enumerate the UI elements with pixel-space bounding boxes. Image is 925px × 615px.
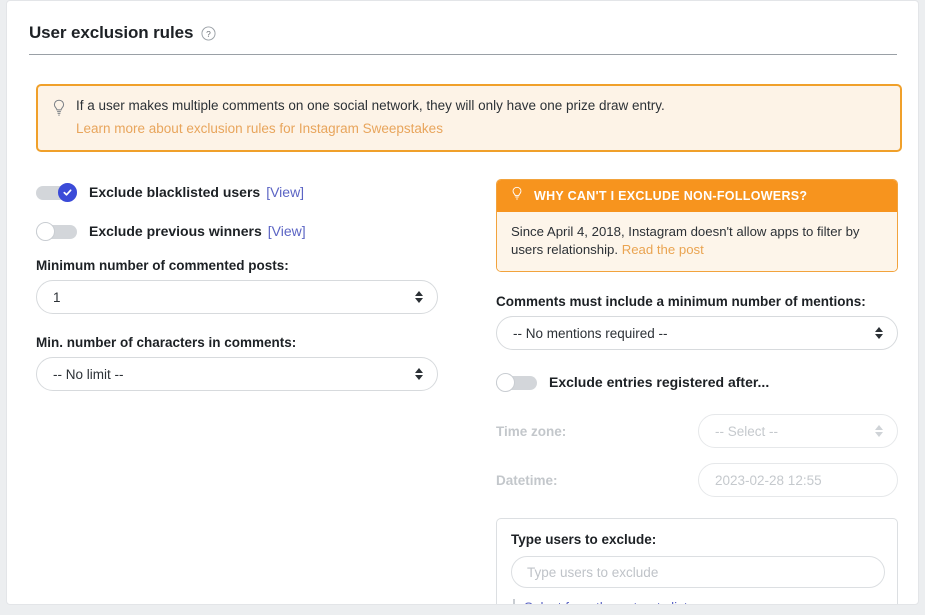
callout-heading: WHY CAN'T I EXCLUDE NON-FOLLOWERS? (534, 189, 808, 203)
callout-header: WHY CAN'T I EXCLUDE NON-FOLLOWERS? (497, 180, 897, 212)
toggle-row-exclude-previous-winners: Exclude previous winners [View] (36, 218, 456, 244)
lightbulb-icon (511, 186, 523, 207)
exclude-users-panel: Type users to exclude: Select from the e… (496, 518, 898, 604)
row-time-zone: Time zone: -- Select -- (496, 414, 898, 449)
lightbulb-icon (52, 98, 66, 137)
page-title: User exclusion rules (29, 23, 194, 42)
select-minimum-mentions-value: -- No mentions required -- (513, 325, 668, 341)
stepper-icon[interactable] (415, 368, 423, 380)
toggle-knob (36, 221, 55, 241)
user-exclusion-rules-card: User exclusion rules ? If a user makes m… (6, 0, 919, 605)
select-from-entrants-list-link[interactable]: Select from the entrants list (524, 600, 688, 604)
toggle-row-exclude-blacklisted: Exclude blacklisted users [View] (36, 179, 456, 205)
input-min-commented-posts-value: 1 (53, 289, 61, 305)
exclude-users-panel-title: Type users to exclude: (511, 532, 657, 548)
title-divider (29, 54, 897, 55)
label-min-commented-posts: Minimum number of commented posts: (36, 258, 289, 273)
info-alert-link[interactable]: Learn more about exclusion rules for Ins… (76, 121, 665, 137)
select-time-zone: -- Select -- (698, 414, 898, 449)
view-link-previous-winners[interactable]: [View] (268, 223, 306, 239)
select-min-characters-value: -- No limit -- (53, 366, 124, 382)
toggle-label-exclude-blacklisted: Exclude blacklisted users (89, 184, 261, 200)
stepper-icon[interactable] (415, 291, 423, 303)
info-alert: If a user makes multiple comments on one… (36, 84, 902, 153)
non-followers-callout: WHY CAN'T I EXCLUDE NON-FOLLOWERS? Since… (496, 179, 898, 273)
input-datetime-value: 2023-02-28 12:55 (715, 472, 822, 488)
svg-text:?: ? (206, 28, 211, 38)
toggle-label-exclude-entries-after: Exclude entries registered after... (549, 374, 770, 391)
page-header: User exclusion rules ? (29, 23, 897, 55)
callout-body: Since April 4, 2018, Instagram doesn't a… (497, 212, 897, 272)
stepper-icon (875, 425, 883, 438)
entrants-link-row: Select from the entrants list (511, 599, 883, 604)
row-datetime: Datetime: 2023-02-28 12:55 (496, 463, 898, 498)
select-min-characters[interactable]: -- No limit -- (36, 357, 438, 391)
toggle-exclude-blacklisted-users[interactable] (36, 182, 77, 202)
toggle-exclude-previous-winners[interactable] (36, 221, 77, 241)
toggle-label-exclude-previous-winners: Exclude previous winners (89, 223, 262, 239)
question-circle-icon[interactable]: ? (201, 25, 216, 41)
callout-read-the-post-link[interactable]: Read the post (622, 242, 704, 257)
view-link-blacklisted[interactable]: [View] (266, 184, 304, 200)
select-minimum-mentions[interactable]: -- No mentions required -- (496, 316, 898, 351)
label-time-zone: Time zone: (496, 423, 567, 439)
input-min-commented-posts[interactable]: 1 (36, 280, 438, 314)
accent-bar (513, 599, 515, 604)
exclude-users-input[interactable] (511, 556, 885, 589)
left-column: Exclude blacklisted users [View] Exclude… (36, 179, 456, 391)
input-datetime: 2023-02-28 12:55 (698, 463, 898, 498)
label-minimum-mentions: Comments must include a minimum number o… (496, 294, 866, 310)
info-alert-message: If a user makes multiple comments on one… (76, 98, 665, 113)
select-time-zone-value: -- Select -- (715, 423, 779, 439)
right-column: WHY CAN'T I EXCLUDE NON-FOLLOWERS? Since… (496, 179, 902, 604)
label-datetime: Datetime: (496, 472, 558, 488)
stepper-icon[interactable] (875, 327, 883, 340)
check-icon (63, 188, 72, 196)
toggle-knob (58, 182, 77, 202)
toggle-knob (496, 372, 515, 392)
toggle-exclude-entries-registered-after[interactable] (496, 372, 537, 392)
toggle-row-exclude-entries-after: Exclude entries registered after... (496, 369, 902, 395)
label-min-characters: Min. number of characters in comments: (36, 335, 297, 350)
